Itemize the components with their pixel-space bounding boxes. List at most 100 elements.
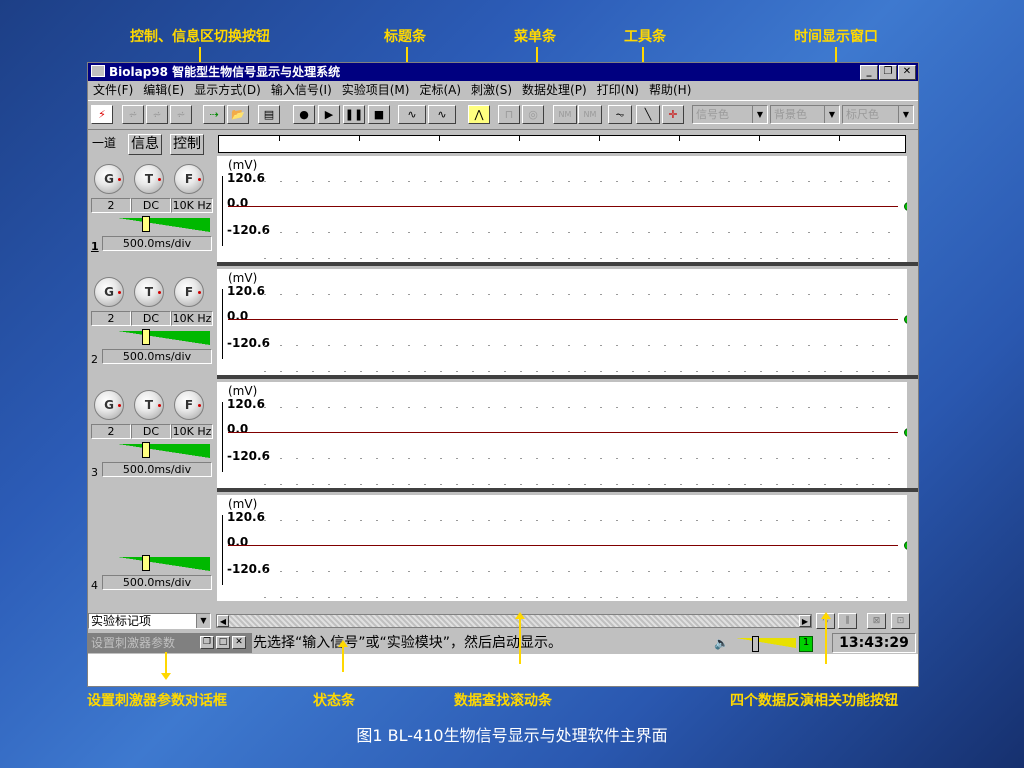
wave-grid-icon[interactable]: ⩫ [122,105,144,124]
background-color-select[interactable]: 背景色 ▼ [770,105,840,124]
filter-value: 10K Hz [171,311,213,326]
volume-slider[interactable] [752,636,759,652]
callout-switch-label: 控制、信息区切换按钮 [130,29,270,45]
channel-scrollbar[interactable] [907,269,918,375]
channel-1-plot[interactable]: (mV) 120.6 0.0 -120.6 [217,156,913,262]
maximize-icon[interactable]: □ [216,636,230,649]
y-min-label: -120.6 [227,336,270,350]
menu-data-process[interactable]: 数据处理(P) [517,81,592,99]
measure-icon[interactable]: ⏦ [608,105,632,124]
square-wave-icon[interactable]: ⊓ [498,105,520,124]
record-icon[interactable]: ● [293,105,315,124]
signal-trace [228,432,898,433]
menu-calibrate[interactable]: 定标(A) [414,81,466,99]
callout-menubar-label: 菜单条 [514,29,556,45]
wave-grid-3-icon[interactable]: ⩫ [170,105,192,124]
time-constant-knob-icon[interactable]: T [134,164,164,194]
playback-zoom-icon[interactable]: ⊡ [891,613,910,629]
menu-input-signal[interactable]: 输入信号(I) [266,81,337,99]
menu-edit[interactable]: 编辑(E) [138,81,189,99]
channel-2: G T F 2 DC 10K Hz 2 500.0ms/div (mV) 120… [88,269,918,379]
unit-label: (mV) [228,271,258,285]
signal-color-select[interactable]: 信号色 ▼ [692,105,768,124]
sample-rate-2-icon[interactable]: NM [578,105,602,124]
restore-icon[interactable]: ❐ [200,636,214,649]
stop-icon[interactable]: ■ [368,105,390,124]
time-constant-knob-icon[interactable]: T [134,390,164,420]
print-icon[interactable]: ▤ [258,105,280,124]
callout-status-arrow [338,640,348,672]
gain-value: 2 [91,198,131,213]
callout-time-window-label: 时间显示窗口 [794,29,878,45]
marker-row: 实验标记项▼ ◀ ▶ ∿ ⫼ ⊠ ⊡ [88,611,918,631]
stimulator-dialog[interactable]: 设置刺激器参数 ❐ □ ✕ [88,633,252,653]
volume-control[interactable]: 🔈 1 [710,635,830,652]
open-folder-icon[interactable]: 📂 [227,105,249,124]
gain-slider[interactable] [118,329,210,345]
restore-button[interactable]: ❐ [879,65,897,80]
gain-knob-icon[interactable]: G [94,390,124,420]
toolbar: ⚡ ⩫ ⩫ ⩫ ⇢ 📂 ▤ ● ▶ ❚❚ ■ ∿ ∿ ⋀ ⊓ ◎ NM NM ⏦… [88,100,918,130]
filter-value: 10K Hz [171,198,213,213]
waveform-2-icon[interactable]: ∿ [428,105,456,124]
scan-speed-value[interactable]: 500.0ms/div [102,462,212,477]
sample-rate-icon[interactable]: NM [553,105,577,124]
channel-2-control-panel: G T F 2 DC 10K Hz 2 500.0ms/div [88,269,217,379]
filter-knob-icon[interactable]: F [174,390,204,420]
import-icon[interactable]: ⇢ [203,105,225,124]
menu-stimulate[interactable]: 刺激(S) [466,81,517,99]
wave-grid-2-icon[interactable]: ⩫ [146,105,168,124]
time-constant-knob-icon[interactable]: T [134,277,164,307]
gain-knob-icon[interactable]: G [94,277,124,307]
coupling-value: DC [131,424,171,439]
marker-select[interactable]: 实验标记项 ▼ [88,613,211,629]
y-mid-label: 0.0 [227,196,249,210]
channel-4-plot[interactable]: (mV) 120.6 0.0 -120.6 [217,495,913,601]
circle-wave-icon[interactable]: ◎ [522,105,544,124]
minimize-button[interactable]: _ [860,65,878,80]
menu-experiment[interactable]: 实验项目(M) [337,81,415,99]
menu-print[interactable]: 打印(N) [592,81,644,99]
gain-slider[interactable] [118,216,210,232]
channel-3-plot[interactable]: (mV) 120.6 0.0 -120.6 [217,382,913,488]
data-search-scrollbar[interactable]: ◀ ▶ [216,614,812,628]
filter-knob-icon[interactable]: F [174,277,204,307]
marker-icon[interactable]: ✛ [662,105,684,124]
experiment-icon[interactable]: ⚡ [91,105,113,124]
waveform-icon[interactable]: ∿ [398,105,426,124]
playback-expand-icon[interactable]: ⊠ [867,613,886,629]
menu-display[interactable]: 显示方式(D) [189,81,266,99]
callout-buttons-arrow [821,612,831,664]
channel-2-plot[interactable]: (mV) 120.6 0.0 -120.6 [217,269,913,375]
channel-number: 1 [91,240,99,253]
ruler-color-select[interactable]: 标尺色 ▼ [842,105,914,124]
signal-trace [228,545,898,546]
channel-1-control-panel: G T F 2 DC 10K Hz 1 500.0ms/div [88,156,217,266]
triangle-wave-icon[interactable]: ⋀ [468,105,490,124]
scan-speed-value[interactable]: 500.0ms/div [102,575,212,590]
playback-compress-icon[interactable]: ⫼ [838,613,857,629]
scroll-left-icon[interactable]: ◀ [217,615,229,627]
close-icon[interactable]: ✕ [232,636,246,649]
channel-scrollbar[interactable] [907,156,918,262]
gain-slider[interactable] [118,442,210,458]
menu-help[interactable]: 帮助(H) [644,81,696,99]
play-icon[interactable]: ▶ [318,105,340,124]
gain-knob-icon[interactable]: G [94,164,124,194]
tab-info[interactable]: 信息 [128,134,162,155]
scroll-right-icon[interactable]: ▶ [799,615,811,627]
channel-scrollbar[interactable] [907,382,918,488]
scan-speed-value[interactable]: 500.0ms/div [102,349,212,364]
tab-control[interactable]: 控制 [170,134,204,155]
close-button[interactable]: ✕ [898,65,916,80]
gain-slider[interactable] [118,555,210,571]
channel-number: 2 [91,353,98,366]
menu-file[interactable]: 文件(F) [88,81,138,99]
filter-knob-icon[interactable]: F [174,164,204,194]
channel-scrollbar[interactable] [907,495,918,601]
scan-speed-value[interactable]: 500.0ms/div [102,236,212,251]
probe-icon[interactable]: ╲ [636,105,660,124]
pause-icon[interactable]: ❚❚ [343,105,365,124]
callout-scroll-arrow [515,612,525,664]
chevron-down-icon: ▼ [898,106,913,123]
